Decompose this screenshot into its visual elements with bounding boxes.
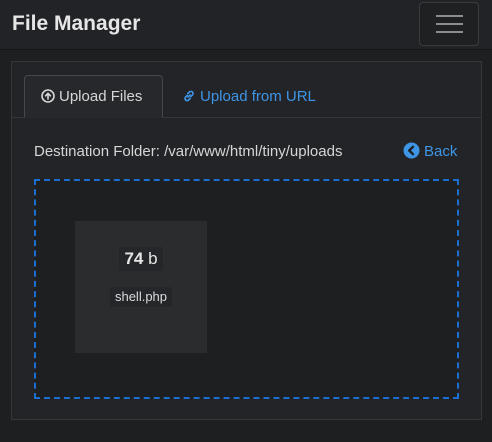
back-link[interactable]: Back xyxy=(403,142,457,162)
upload-tabs: Upload Files Upload from URL xyxy=(12,62,481,118)
tab-upload-files[interactable]: Upload Files xyxy=(24,75,163,118)
navbar-toggle-button[interactable] xyxy=(419,2,479,46)
file-size: 74 b xyxy=(75,247,207,271)
file-preview[interactable]: 74 b shell.php xyxy=(75,221,207,353)
file-size-unit: b xyxy=(148,249,158,268)
upload-card: Upload Files Upload from URL Destination… xyxy=(11,61,482,420)
upload-circle-icon xyxy=(41,89,55,103)
arrow-circle-left-icon xyxy=(403,142,420,159)
destination-folder-text: Destination Folder: /var/www/html/tiny/u… xyxy=(34,143,343,160)
file-name-label: shell.php xyxy=(109,287,173,307)
tab-upload-from-url[interactable]: Upload from URL xyxy=(166,75,332,118)
navbar: File Manager xyxy=(0,0,492,50)
file-size-value: 74 xyxy=(124,249,144,268)
file-name: shell.php xyxy=(75,287,207,307)
upload-dropzone[interactable]: 74 b shell.php xyxy=(34,179,459,399)
link-icon xyxy=(184,90,194,102)
back-label: Back xyxy=(424,143,458,160)
tab-upload-from-url-label: Upload from URL xyxy=(200,88,316,105)
tab-upload-files-label: Upload Files xyxy=(59,88,143,105)
brand-title[interactable]: File Manager xyxy=(12,11,140,37)
